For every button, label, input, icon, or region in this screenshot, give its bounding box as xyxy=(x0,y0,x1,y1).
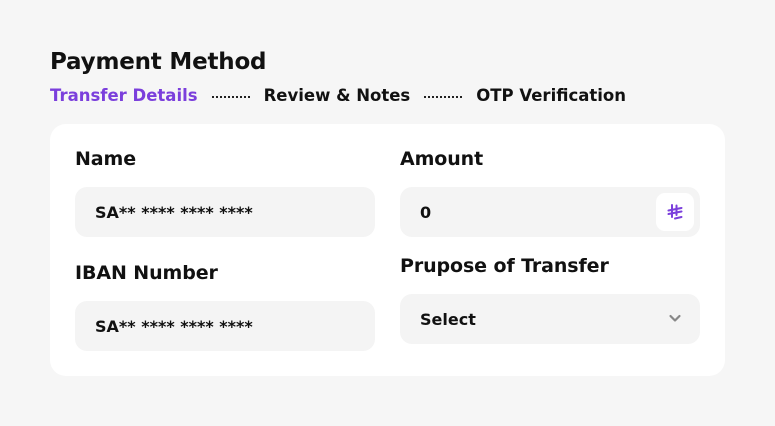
amount-field[interactable]: 0 xyxy=(400,187,700,237)
transfer-form-card: Name SA** **** **** **** Amount 0 IBAN N… xyxy=(50,124,725,376)
purpose-select[interactable]: Select xyxy=(400,294,700,344)
purpose-selected-value: Select xyxy=(420,309,476,329)
amount-label: Amount xyxy=(400,148,484,170)
page-title: Payment Method xyxy=(50,49,267,75)
step-review-notes[interactable]: Review & Notes xyxy=(264,85,411,107)
iban-value: SA** **** **** **** xyxy=(95,316,253,336)
step-transfer-details[interactable]: Transfer Details xyxy=(50,85,198,107)
stepper: Transfer Details Review & Notes OTP Veri… xyxy=(50,85,626,107)
step-divider xyxy=(424,96,463,98)
amount-value: 0 xyxy=(420,202,432,222)
name-label: Name xyxy=(75,148,137,170)
name-value: SA** **** **** **** xyxy=(95,202,253,222)
step-otp-verification[interactable]: OTP Verification xyxy=(476,85,626,107)
iban-label: IBAN Number xyxy=(75,262,218,284)
saudi-riyal-icon xyxy=(667,204,683,220)
chevron-down-icon xyxy=(669,314,681,322)
currency-button[interactable] xyxy=(656,193,694,231)
name-field[interactable]: SA** **** **** **** xyxy=(75,187,375,237)
iban-field[interactable]: SA** **** **** **** xyxy=(75,301,375,351)
step-divider xyxy=(211,96,250,98)
purpose-label: Prupose of Transfer xyxy=(400,255,609,277)
